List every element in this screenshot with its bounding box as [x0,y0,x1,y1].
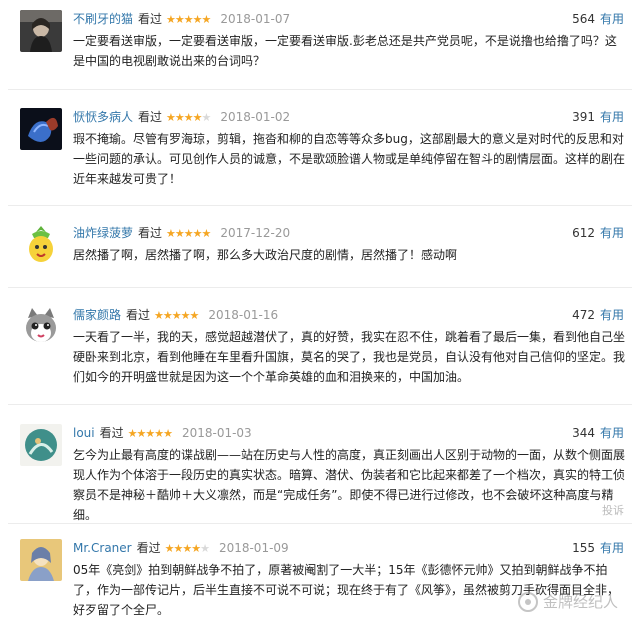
review-item: 不刷牙的猫 看过 ★★★★★ 2018-01-07 564 有用 一定要看送审版，一定要… [0,10,640,90]
username-link[interactable]: Mr.Craner [73,541,132,555]
star-rating: ★★★★★ [166,13,211,26]
review-item: 油炸绿菠萝 看过 ★★★★★ 2017-12-20 612 有用 居然播了啊，居然播了啊… [0,224,640,284]
star-rating: ★★★★★ [166,227,211,240]
review-text: 瑕不掩瑜。尽管有罗海琼，剪辑，拖沓和柳的自恋等等众多bug，这部剧最大的意义是对… [73,132,626,186]
review-date: 2018-01-02 [220,110,291,124]
divider [8,287,632,288]
star-rating: ★★★★★ [164,542,210,555]
watermark: 金牌经纪人 [517,591,618,612]
review-text: 一定要看送审版，一定要看送审版，一定要看送审版.彭老总还是共产党员呢，不是说撸也… [73,34,617,68]
avatar[interactable] [20,10,62,52]
avatar[interactable] [20,108,62,150]
review-date: 2017-12-20 [220,226,291,240]
review-text: 一天看了一半，我的天，感觉超越潜伏了，真的好赞，我实在忍不住，跳着看了最后一集，… [73,330,626,384]
review-meta: 油炸绿菠萝 看过 ★★★★★ 2017-12-20 [73,224,290,242]
useful-button[interactable]: 有用 [600,110,624,124]
review-date: 2018-01-16 [208,308,279,322]
vote-count: 155 [572,541,595,555]
vote-count: 612 [572,226,595,240]
report-link[interactable]: 投诉 [602,502,624,518]
username-link[interactable]: loui [73,426,95,440]
username-link[interactable]: 油炸绿菠萝 [73,226,133,240]
review-date: 2018-01-09 [218,541,289,555]
divider [8,205,632,206]
useful-button[interactable]: 有用 [600,226,624,240]
watch-status: 看过 [99,426,124,440]
review-item: loui 看过 ★★★★★ 2018-01-03 344 有用 乞今为止最有高度的谍战剧… [0,424,640,522]
review-text: 居然播了啊，居然播了啊，那么多大政治尺度的剧情，居然播了！感动啊 [73,248,458,262]
avatar[interactable] [20,424,62,466]
star-rating: ★★★★★ [166,111,211,124]
wechat-icon [517,591,538,612]
review-meta: 恹恹多病人 看过 ★★★★★ 2018-01-02 [73,108,290,126]
username-link[interactable]: 恹恹多病人 [73,110,133,124]
vote-area: 472 有用 [572,306,624,324]
useful-button[interactable]: 有用 [600,308,624,322]
watch-status: 看过 [138,110,163,124]
star-rating: ★★★★★ [127,427,173,440]
vote-area: 612 有用 [572,224,624,242]
avatar[interactable] [20,539,62,581]
review-meta: 不刷牙的猫 看过 ★★★★★ 2018-01-07 [73,10,290,28]
useful-button[interactable]: 有用 [600,12,624,26]
review-text: 乞今为止最有高度的谍战剧——站在历史与人性的高度，真正刻画出人区别于动物的一面，… [73,448,626,522]
review-date: 2018-01-07 [220,12,291,26]
useful-button[interactable]: 有用 [600,426,624,440]
vote-count: 564 [572,12,595,26]
review-item: 儒家颜路 看过 ★★★★★ 2018-01-16 472 有用 一天看了一半，我的天，感… [0,306,640,386]
vote-count: 391 [572,110,595,124]
vote-area: 564 有用 [572,10,624,28]
watch-status: 看过 [138,226,163,240]
review-date: 2018-01-03 [181,426,252,440]
review-meta: Mr.Craner 看过 ★★★★★ 2018-01-09 [73,539,289,557]
watch-status: 看过 [126,308,151,322]
vote-area: 391 有用 [572,108,624,126]
avatar[interactable] [20,306,62,348]
divider [8,404,632,405]
divider [8,89,632,90]
avatar[interactable] [20,224,62,266]
useful-button[interactable]: 有用 [600,541,624,555]
watch-status: 看过 [138,12,163,26]
star-rating: ★★★★★ [154,309,199,322]
vote-area: 344 有用 [572,424,624,442]
username-link[interactable]: 不刷牙的猫 [73,12,133,26]
vote-area: 155 有用 [572,539,624,557]
review-meta: loui 看过 ★★★★★ 2018-01-03 [73,424,252,442]
review-meta: 儒家颜路 看过 ★★★★★ 2018-01-16 [73,306,278,324]
watch-status: 看过 [136,541,161,555]
watermark-text: 金牌经纪人 [542,593,618,611]
username-link[interactable]: 儒家颜路 [73,308,121,322]
vote-count: 344 [572,426,595,440]
vote-count: 472 [572,308,595,322]
divider [8,523,632,524]
review-item: 恹恹多病人 看过 ★★★★★ 2018-01-02 391 有用 瑕不掩瑜。尽管有罗海琼… [0,108,640,188]
